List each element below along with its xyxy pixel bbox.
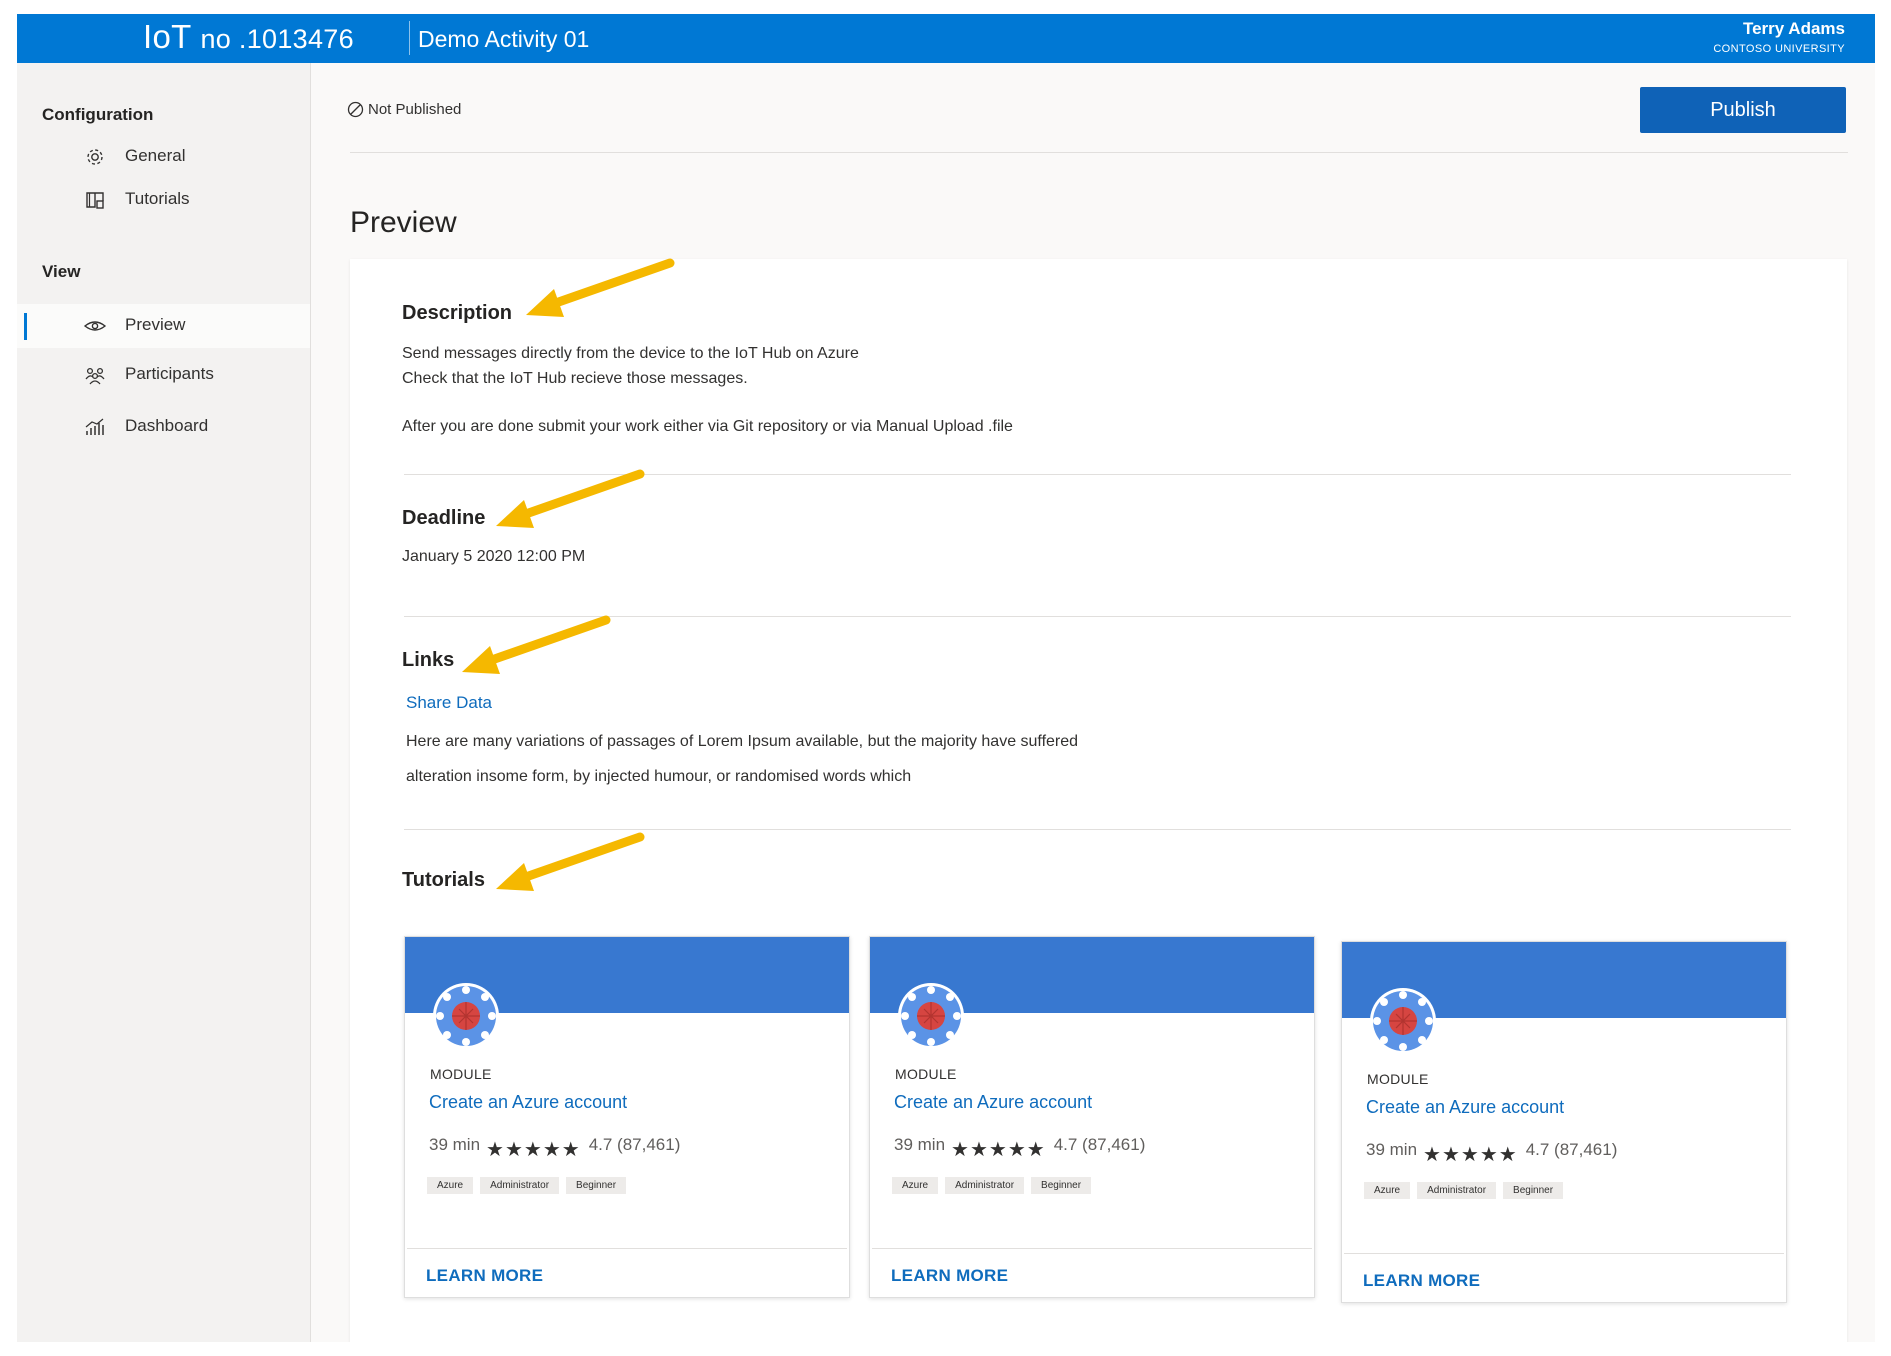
tag: Azure	[427, 1177, 474, 1194]
tutorial-meta: 39 min ★★★★★ 4.7 (87,461)	[894, 1131, 1146, 1161]
tutorial-meta: 39 min ★★★★★ 4.7 (87,461)	[1366, 1136, 1618, 1166]
links-text-line: Here are many variations of passages of …	[406, 733, 1079, 750]
learn-more-link[interactable]: LEARN MORE	[426, 1266, 543, 1286]
tutorial-tags: Azure Administrator Beginner	[427, 1175, 633, 1194]
annotation-arrow-icon	[462, 615, 611, 674]
tag: Beginner	[1031, 1177, 1092, 1194]
annotation-arrow-icon	[496, 469, 645, 528]
deadline-title: Deadline	[402, 507, 486, 529]
azure-module-logo-icon	[898, 983, 964, 1049]
links-text-line: alteration insome form, by injected humo…	[406, 768, 912, 785]
tutorial-card[interactable]: MODULE Create an Azure account 39 min ★★★…	[404, 936, 850, 1298]
share-data-link[interactable]: Share Data	[406, 693, 492, 713]
tutorial-rating: 4.7 (87,461)	[1525, 1140, 1618, 1159]
sidebar-heading-configuration: Configuration	[42, 105, 154, 124]
app-title-number: no .1013476	[200, 24, 354, 54]
star-rating-icon: ★★★★★	[486, 1139, 581, 1161]
tutorials-title: Tutorials	[402, 869, 485, 891]
tutorial-duration: 39 min	[894, 1135, 946, 1154]
tag: Administrator	[1417, 1182, 1497, 1199]
star-rating-icon: ★★★★★	[1423, 1144, 1518, 1166]
tutorial-type: MODULE	[430, 1066, 492, 1082]
sidebar-item-label: Dashboard	[125, 416, 209, 435]
tutorial-title-link[interactable]: Create an Azure account	[894, 1092, 1092, 1113]
description-title: Description	[402, 302, 513, 324]
sidebar-item-label: Participants	[125, 364, 214, 383]
tag: Azure	[1364, 1182, 1411, 1199]
tag: Beginner	[1503, 1182, 1564, 1199]
tutorial-rating: 4.7 (87,461)	[588, 1135, 681, 1154]
description-line: Send messages directly from the device t…	[402, 345, 859, 362]
sidebar-item-preview[interactable]: Preview	[17, 304, 310, 348]
user-info[interactable]: Terry Adams CONTOSO UNIVERSITY	[1713, 19, 1845, 55]
sidebar: Configuration General Tutorials View Pre…	[17, 63, 311, 1342]
publish-button[interactable]: Publish	[1640, 87, 1846, 133]
learn-more-link[interactable]: LEARN MORE	[1363, 1271, 1480, 1291]
tutorial-duration: 39 min	[1366, 1140, 1418, 1159]
app-window: IoT no .1013476 Demo Activity 01 Terry A…	[17, 14, 1875, 1342]
sidebar-item-general[interactable]: General	[17, 135, 310, 179]
tile-divider	[872, 1248, 1312, 1249]
sidebar-heading-view: View	[42, 262, 81, 281]
tutorial-title-link[interactable]: Create an Azure account	[1366, 1097, 1564, 1118]
top-bar: IoT no .1013476 Demo Activity 01 Terry A…	[17, 14, 1875, 63]
links-title: Links	[402, 649, 455, 671]
tutorial-type: MODULE	[895, 1066, 957, 1082]
people-icon	[83, 364, 107, 386]
eye-icon	[83, 315, 107, 337]
page-title: Preview	[350, 206, 457, 239]
activity-name: Demo Activity 01	[418, 26, 590, 52]
publish-status-text: Not Published	[368, 101, 462, 118]
active-indicator	[24, 313, 27, 340]
tutorial-duration: 39 min	[429, 1135, 481, 1154]
app-title: IoT no .1013476	[143, 18, 354, 56]
star-rating-icon: ★★★★★	[951, 1139, 1046, 1161]
tutorial-card[interactable]: MODULE Create an Azure account 39 min ★★★…	[869, 936, 1315, 1298]
publish-status: Not Published	[347, 101, 461, 118]
not-published-icon	[347, 101, 364, 118]
header-divider	[409, 21, 410, 55]
learn-more-link[interactable]: LEARN MORE	[891, 1266, 1008, 1286]
description-line: Check that the IoT Hub recieve those mes…	[402, 370, 748, 387]
tutorial-meta: 39 min ★★★★★ 4.7 (87,461)	[429, 1131, 681, 1161]
description-line: After you are done submit your work eith…	[402, 418, 1013, 435]
app-title-main: IoT	[143, 18, 191, 55]
annotation-arrow-icon	[526, 258, 675, 317]
tutorial-title-link[interactable]: Create an Azure account	[429, 1092, 627, 1113]
annotation-arrow-icon	[496, 832, 645, 891]
tutorial-tags: Azure Administrator Beginner	[1364, 1180, 1570, 1199]
sidebar-item-label: Preview	[125, 315, 186, 334]
user-name: Terry Adams	[1742, 19, 1845, 38]
tutorial-tags: Azure Administrator Beginner	[892, 1175, 1098, 1194]
tag: Beginner	[566, 1177, 627, 1194]
tile-divider	[1344, 1253, 1784, 1254]
sidebar-item-participants[interactable]: Participants	[17, 353, 310, 397]
azure-module-logo-icon	[433, 983, 499, 1049]
tag: Azure	[892, 1177, 939, 1194]
user-organization: CONTOSO UNIVERSITY	[1713, 43, 1845, 55]
divider	[350, 152, 1848, 153]
sidebar-item-label: Tutorials	[125, 189, 190, 208]
book-icon	[83, 189, 107, 211]
sidebar-item-dashboard[interactable]: Dashboard	[17, 405, 310, 449]
tutorial-type: MODULE	[1367, 1071, 1429, 1087]
deadline-value: January 5 2020 12:00 PM	[402, 548, 586, 565]
gear-icon	[83, 146, 107, 168]
tutorial-rating: 4.7 (87,461)	[1053, 1135, 1146, 1154]
tag: Administrator	[480, 1177, 560, 1194]
sidebar-item-tutorials[interactable]: Tutorials	[17, 178, 310, 222]
tag: Administrator	[945, 1177, 1025, 1194]
chart-icon	[83, 416, 107, 438]
sidebar-item-label: General	[125, 146, 186, 165]
preview-card: Description Send messages directly from …	[350, 259, 1847, 1342]
tutorial-card[interactable]: MODULE Create an Azure account 39 min ★★★…	[1341, 941, 1787, 1303]
azure-module-logo-icon	[1370, 988, 1436, 1054]
tile-divider	[407, 1248, 847, 1249]
